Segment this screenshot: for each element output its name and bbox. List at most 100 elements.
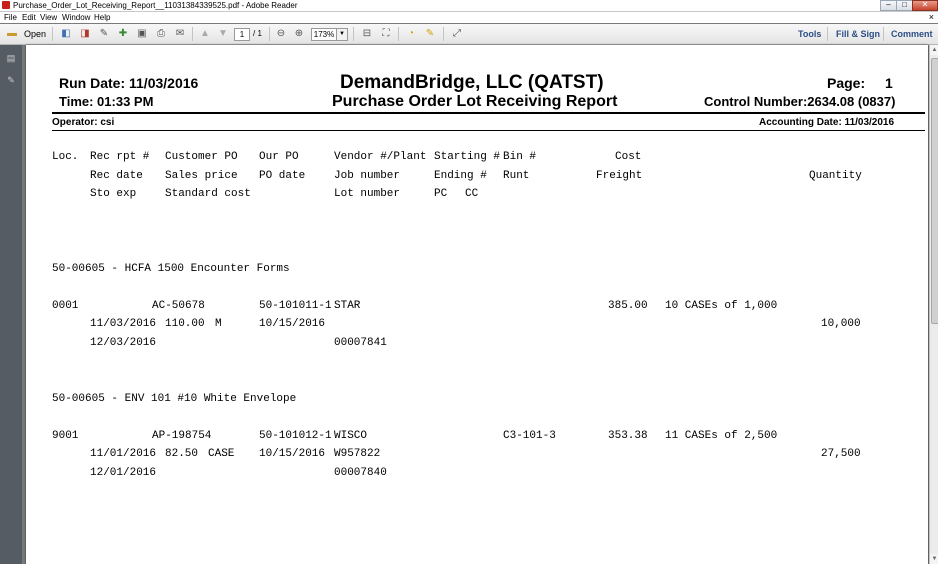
item-sales-price: 82.50 xyxy=(165,448,199,460)
vertical-scrollbar[interactable]: ▲ ▼ xyxy=(929,45,938,564)
document-page: Run Date: 11/03/2016 Time: 01:33 PM Dema… xyxy=(26,45,928,564)
sticky-note-icon[interactable]: ◔ xyxy=(405,28,417,40)
comment-button[interactable]: Comment xyxy=(891,28,933,40)
item-po-date: 10/15/2016 xyxy=(259,318,326,330)
header-rec-rpt: Rec rpt # xyxy=(90,151,150,163)
toolbar: ▬ Open ◧ ◨ ✎ ✚ ▣ ⎙ ✉ ▲ ▼ 1 / 1 ⊖ ⊕ 173% … xyxy=(0,24,938,45)
header-cc: CC xyxy=(465,188,479,200)
header-runt: Runt xyxy=(503,170,530,182)
report-title: Purchase Order Lot Receiving Report xyxy=(332,93,618,110)
menu-view[interactable]: View xyxy=(40,12,57,23)
menu-window[interactable]: Window xyxy=(62,12,90,23)
item-cost: 385.00 xyxy=(608,300,648,312)
item-customer-po: AC-50678 xyxy=(152,300,205,312)
toolbar-divider xyxy=(883,27,884,41)
header-customer-po: Customer PO xyxy=(165,151,238,163)
scroll-up-icon[interactable]: ▲ xyxy=(930,45,938,55)
header-vendor-plant: Vendor #/Plant xyxy=(334,151,427,163)
item-uom: M xyxy=(215,318,222,330)
page-total: / 1 xyxy=(253,29,262,38)
zoom-out-icon[interactable]: ⊖ xyxy=(275,28,287,40)
close-document-icon[interactable]: × xyxy=(929,12,934,23)
menu-edit[interactable]: Edit xyxy=(22,12,36,23)
item-lot-number: 00007841 xyxy=(334,337,387,349)
toolbar-divider xyxy=(269,27,270,41)
header-rule xyxy=(52,112,925,114)
signatures-icon[interactable]: ✎ xyxy=(6,75,16,85)
operator: Operator: csi xyxy=(52,117,115,128)
item-job-number: W957822 xyxy=(334,448,381,460)
header-rec-date: Rec date xyxy=(90,170,143,182)
print-icon[interactable]: ⎙ xyxy=(155,28,167,40)
page-number-input[interactable]: 1 xyxy=(234,28,250,41)
page-thumbnails-icon[interactable]: ▤ xyxy=(6,53,16,63)
folder-icon: ▬ xyxy=(7,28,17,39)
expand-icon[interactable]: ⤢ xyxy=(451,28,463,40)
fill-sign-button[interactable]: Fill & Sign xyxy=(836,28,880,40)
open-button[interactable]: Open xyxy=(24,27,46,41)
item-rec-date: 11/01/2016 xyxy=(90,448,157,460)
header-our-po: Our PO xyxy=(259,151,299,163)
item-loc: 9001 xyxy=(52,430,79,442)
menu-bar: File Edit View Window Help × xyxy=(0,12,938,23)
navigation-pane: ▤ ✎ xyxy=(0,45,22,564)
save-icon[interactable]: ▣ xyxy=(136,28,148,40)
item-our-po: 50-101011-1 xyxy=(259,300,332,312)
close-button[interactable]: ✕ xyxy=(912,0,938,11)
item-loc: 0001 xyxy=(52,300,79,312)
run-time: Time: 01:33 PM xyxy=(59,94,154,109)
subheader-rule xyxy=(52,130,925,131)
page-label: Page: xyxy=(827,75,866,91)
header-lot-number: Lot number xyxy=(334,188,401,200)
scrollbar-thumb[interactable] xyxy=(931,58,938,324)
item-units: 11 CASEs of 2,500 xyxy=(665,430,778,442)
toolbar-divider xyxy=(52,27,53,41)
scroll-down-icon[interactable]: ▼ xyxy=(930,554,938,564)
toolbar-divider xyxy=(827,27,828,41)
header-po-date: PO date xyxy=(259,170,306,182)
run-date: Run Date: 11/03/2016 xyxy=(59,75,199,91)
zoom-dropdown-icon[interactable]: ▼ xyxy=(336,28,348,41)
header-cost: Cost xyxy=(615,151,642,163)
item-units: 10 CASEs of 1,000 xyxy=(665,300,778,312)
header-starting: Starting # xyxy=(434,151,501,163)
highlight-icon[interactable]: ✎ xyxy=(424,28,436,40)
toolbar-divider xyxy=(192,27,193,41)
zoom-input[interactable]: 173% xyxy=(311,28,337,41)
toolbar-divider xyxy=(443,27,444,41)
create-pdf-icon[interactable]: ◧ xyxy=(60,28,72,40)
item-sto-exp: 12/03/2016 xyxy=(90,337,157,349)
minimize-button[interactable]: – xyxy=(880,0,897,11)
item-rec-date: 11/03/2016 xyxy=(90,318,157,330)
header-bin: Bin # xyxy=(503,151,537,163)
fit-page-icon[interactable]: ⊟ xyxy=(361,28,373,40)
zoom-in-icon[interactable]: ⊕ xyxy=(293,28,305,40)
header-sales-price: Sales price xyxy=(165,170,238,182)
company-name: DemandBridge, LLC (QATST) xyxy=(340,72,604,93)
menu-help[interactable]: Help xyxy=(94,12,110,23)
item-customer-po: AP-198754 xyxy=(152,430,212,442)
item-lot-number: 00007840 xyxy=(334,467,387,479)
previous-page-icon[interactable]: ▲ xyxy=(199,28,211,40)
tools-button[interactable]: Tools xyxy=(798,28,821,40)
item-vendor: WISCO xyxy=(334,430,368,442)
header-loc: Loc. xyxy=(52,151,79,163)
accounting-date: Accounting Date: 11/03/2016 xyxy=(759,117,895,128)
item-quantity: 27,500 xyxy=(821,448,861,460)
maximize-button[interactable]: □ xyxy=(896,0,913,11)
title-bar: Purchase_Order_Lot_Receiving_Report__110… xyxy=(0,0,938,12)
header-quantity: Quantity xyxy=(809,170,862,182)
menu-file[interactable]: File xyxy=(4,12,17,23)
item-cost: 353.38 xyxy=(608,430,648,442)
share-icon[interactable]: ✚ xyxy=(117,28,129,40)
next-page-icon[interactable]: ▼ xyxy=(217,28,229,40)
email-icon[interactable]: ✉ xyxy=(174,28,186,40)
item-po-date: 10/15/2016 xyxy=(259,448,326,460)
full-screen-icon[interactable]: ⛶ xyxy=(380,28,392,40)
edit-pdf-icon[interactable]: ✎ xyxy=(98,28,110,40)
export-pdf-icon[interactable]: ◨ xyxy=(79,28,91,40)
control-number: Control Number:2634.08 (0837) xyxy=(704,94,896,109)
header-ending: Ending # xyxy=(434,170,487,182)
item-vendor: STAR xyxy=(334,300,361,312)
item-heading: 50-00605 - HCFA 1500 Encounter Forms xyxy=(52,263,290,275)
